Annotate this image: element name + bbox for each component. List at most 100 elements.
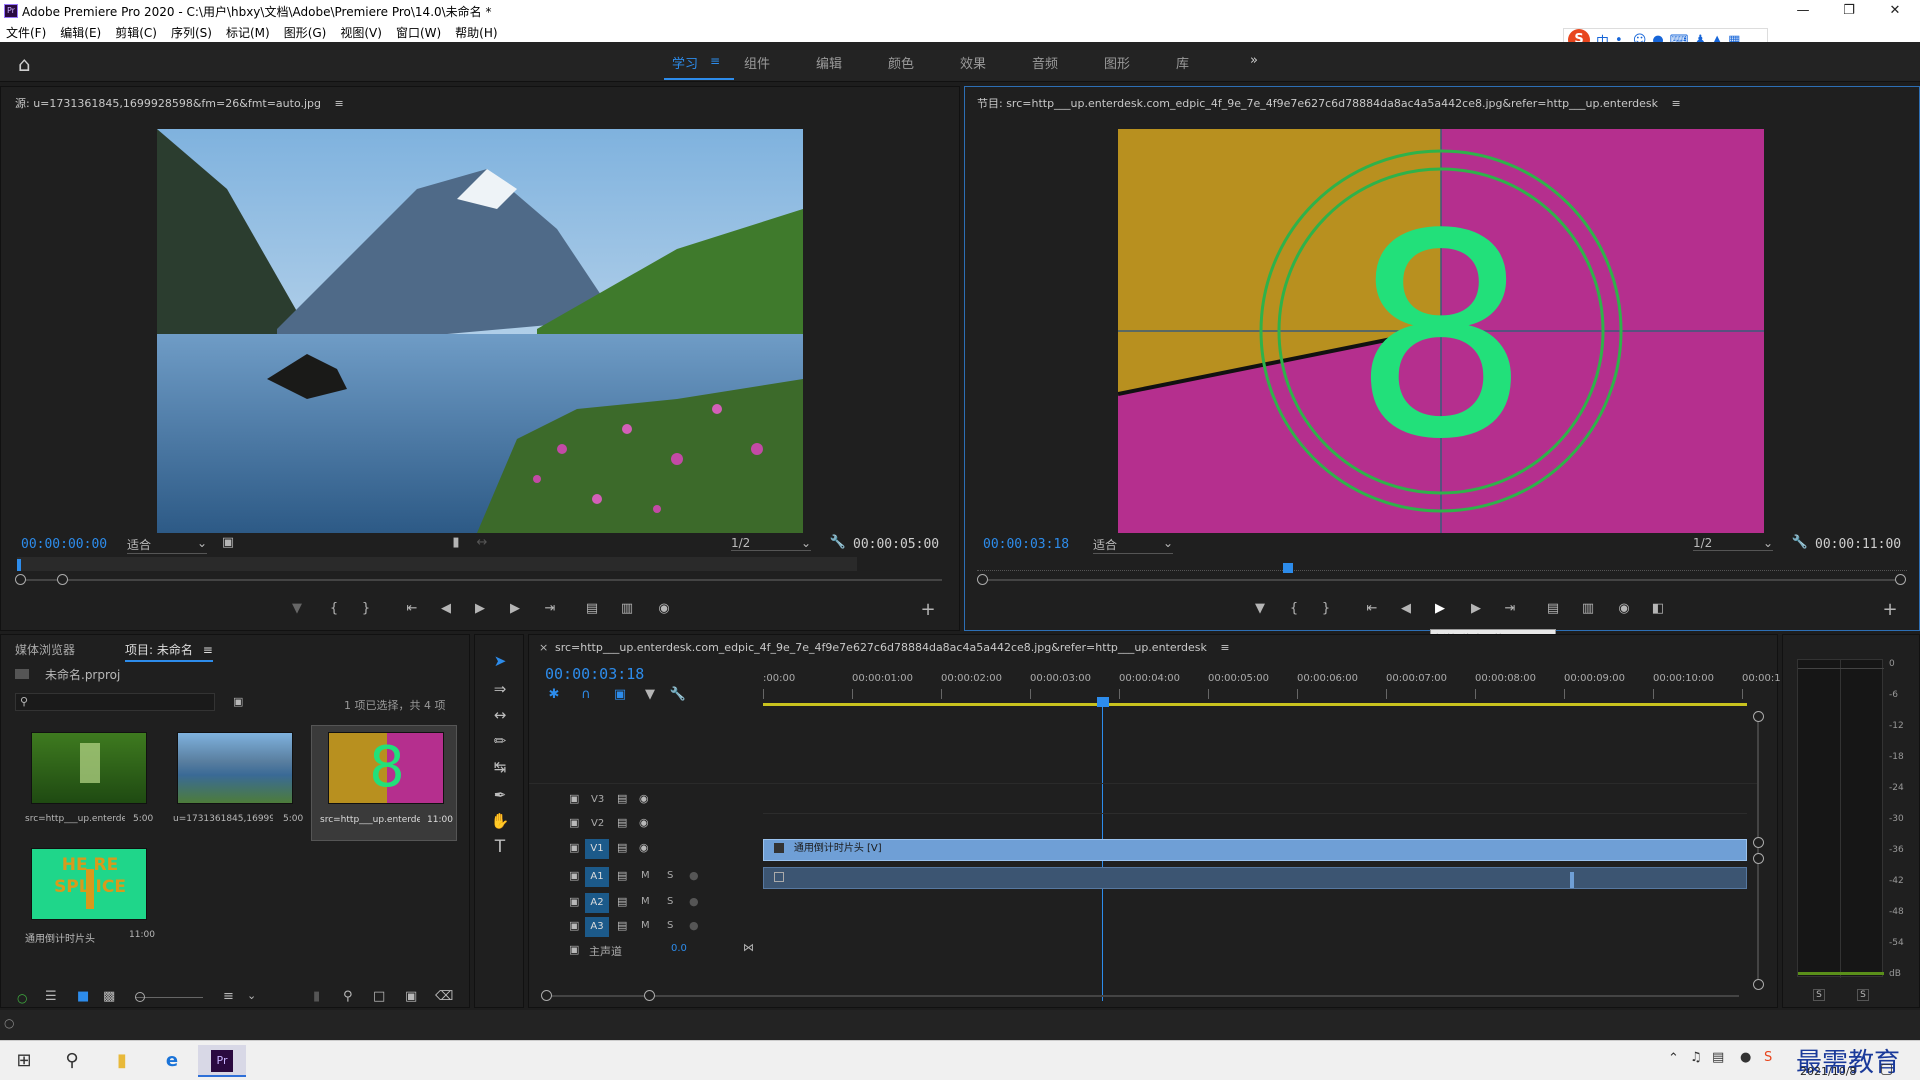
scroll-handle-left[interactable] [541,990,552,1001]
source-resolution-dropdown[interactable]: 1/2 ⌄ [731,536,811,551]
source-zoom-scrollbar[interactable] [17,579,942,581]
workspace-assembly[interactable]: 组件 [744,53,770,72]
list-view-icon[interactable]: ☰ [45,989,57,1004]
slip-tool-icon[interactable]: ↹ [487,755,513,779]
go-to-out-icon[interactable]: ⇥ [539,601,561,616]
sequence-tab[interactable]: src=http___up.enterdesk.com_edpic_4f_9e_… [555,641,1355,654]
source-zoom-dropdown[interactable]: 适合 ⌄ [127,536,207,554]
drag-audio-icon[interactable]: ▮ [445,535,467,550]
export-frame-icon[interactable]: ◉ [1613,601,1635,616]
play-icon[interactable]: ▶ [469,601,491,616]
ime-tray-icon[interactable]: ● [1740,1050,1751,1065]
ripple-edit-tool-icon[interactable]: ↔ [487,703,513,727]
scroll-handle-right[interactable] [644,990,655,1001]
timeline-horizontal-scrollbar[interactable] [545,995,1739,997]
volume-icon[interactable]: ♫ [1690,1050,1702,1065]
source-current-timecode[interactable]: 00:00:00:00 [21,537,107,552]
search-icon[interactable]: ⚲ [48,1045,96,1077]
menu-edit[interactable]: 编辑(E) [60,24,101,41]
new-bin-icon[interactable]: ▣ [233,695,243,708]
program-time-ruler[interactable] [977,561,1907,571]
panel-menu-icon[interactable]: ≡ [1220,641,1229,654]
step-forward-icon[interactable]: ▶ [504,601,526,616]
scroll-handle-bottom[interactable] [1753,979,1764,990]
source-monitor-title[interactable]: 源: u=1731361845,1699928598&fm=26&fmt=aut… [15,95,915,111]
sort-icon[interactable]: ≡ [223,989,234,1004]
panel-menu-icon[interactable]: ≡ [1672,97,1681,110]
edge-browser-icon[interactable]: e [148,1045,196,1077]
program-resolution-dropdown[interactable]: 1/2 ⌄ [1693,536,1773,551]
mark-out-icon[interactable]: } [355,601,377,616]
go-to-end-icon[interactable]: ⋈ [743,941,754,954]
file-explorer-icon[interactable]: ▮ [98,1045,146,1077]
timeline-timecode[interactable]: 00:00:03:18 [545,665,644,683]
go-to-out-icon[interactable]: ⇥ [1499,601,1521,616]
panel-menu-icon[interactable]: ≡ [203,643,213,657]
project-item-selected[interactable]: 8 src=http___up.enterde... 11:00 [311,725,457,841]
master-volume[interactable]: 0.0 [671,943,687,954]
track-target[interactable]: V1 [585,839,609,859]
insert-icon[interactable]: ▤ [581,601,603,616]
track-target[interactable]: A3 [585,917,609,937]
icon-view-icon[interactable]: ■ [77,989,89,1004]
sync-lock-icon[interactable]: ▤ [617,841,627,854]
chevron-down-icon[interactable]: ⌄ [247,989,256,1002]
step-back-icon[interactable]: ◀ [1395,601,1417,616]
audio-keyframe-marker[interactable] [1570,872,1574,888]
mark-out-icon[interactable]: } [1315,601,1337,616]
a1-clip[interactable] [763,867,1747,889]
solo-button[interactable]: S [667,896,673,907]
solo-right-button[interactable]: S [1857,989,1869,1001]
scroll-handle-mid[interactable] [1753,837,1764,848]
lock-icon[interactable]: ▣ [569,841,579,854]
compare-view-icon[interactable]: ◧ [1647,601,1669,616]
menu-clip[interactable]: 剪辑(C) [115,24,157,41]
mute-button[interactable]: M [641,870,650,881]
mute-button[interactable]: M [641,920,650,931]
v1-clip[interactable]: 通用倒计时片头 [V] [763,839,1747,861]
lock-icon[interactable]: ▣ [569,816,579,829]
project-item[interactable]: u=1731361845,169992... 5:00 [161,728,303,838]
workspace-color[interactable]: 颜色 [888,53,914,72]
menu-window[interactable]: 窗口(W) [396,24,441,41]
add-marker-icon[interactable]: ▼ [1249,601,1271,616]
program-current-timecode[interactable]: 00:00:03:18 [983,537,1069,552]
sync-lock-icon[interactable]: ▤ [617,919,627,932]
track-select-tool-icon[interactable]: ⇒ [487,677,513,701]
project-item[interactable]: HE RE SPL ICE 通用倒计时片头 11:00 [15,844,157,954]
wrench-icon[interactable]: 🔧 [827,535,849,550]
maximize-button[interactable]: ❐ [1826,0,1872,22]
menu-markers[interactable]: 标记(M) [226,24,270,41]
razor-tool-icon[interactable]: ✏ [487,729,513,753]
zoom-slider-handle[interactable] [135,992,145,1002]
lock-icon[interactable]: ▣ [569,919,579,932]
home-icon[interactable]: ⌂ [18,52,31,76]
linked-selection-icon[interactable]: ▣ [609,687,631,702]
lock-icon[interactable]: ▣ [569,792,579,805]
scroll-handle-mid2[interactable] [1753,853,1764,864]
automate-icon[interactable]: ▮ [313,989,320,1004]
program-monitor-title[interactable]: 节目: src=http___up.enterdesk.com_edpic_4f… [977,95,1877,111]
lock-icon[interactable]: ▣ [569,895,579,908]
microphone-icon[interactable]: ● [689,919,699,932]
project-item[interactable]: src=http___up.enterdes... 5:00 [15,728,157,838]
overwrite-icon[interactable]: ▥ [616,601,638,616]
scroll-handle-top[interactable] [1753,711,1764,722]
microphone-icon[interactable]: ● [689,895,699,908]
close-tab-icon[interactable]: × [539,641,548,654]
scroll-handle-right[interactable] [57,574,68,585]
export-frame-icon[interactable]: ◉ [653,601,675,616]
scroll-handle-right[interactable] [1895,574,1906,585]
extract-icon[interactable]: ▥ [1577,601,1599,616]
workspace-editing[interactable]: 编辑 [816,53,842,72]
workspace-menu-icon[interactable]: ≡ [710,54,720,68]
freeform-view-icon[interactable]: ▩ [103,989,115,1004]
workspace-effects[interactable]: 效果 [960,53,986,72]
wrench-icon[interactable]: 🔧 [667,687,689,702]
source-playhead[interactable] [17,559,21,571]
selection-tool-icon[interactable]: ➤ [487,649,513,673]
lock-icon[interactable]: ▣ [569,943,579,956]
eye-icon[interactable]: ◉ [639,841,649,854]
go-to-in-icon[interactable]: ⇤ [401,601,423,616]
track-target[interactable]: A1 [585,867,609,887]
